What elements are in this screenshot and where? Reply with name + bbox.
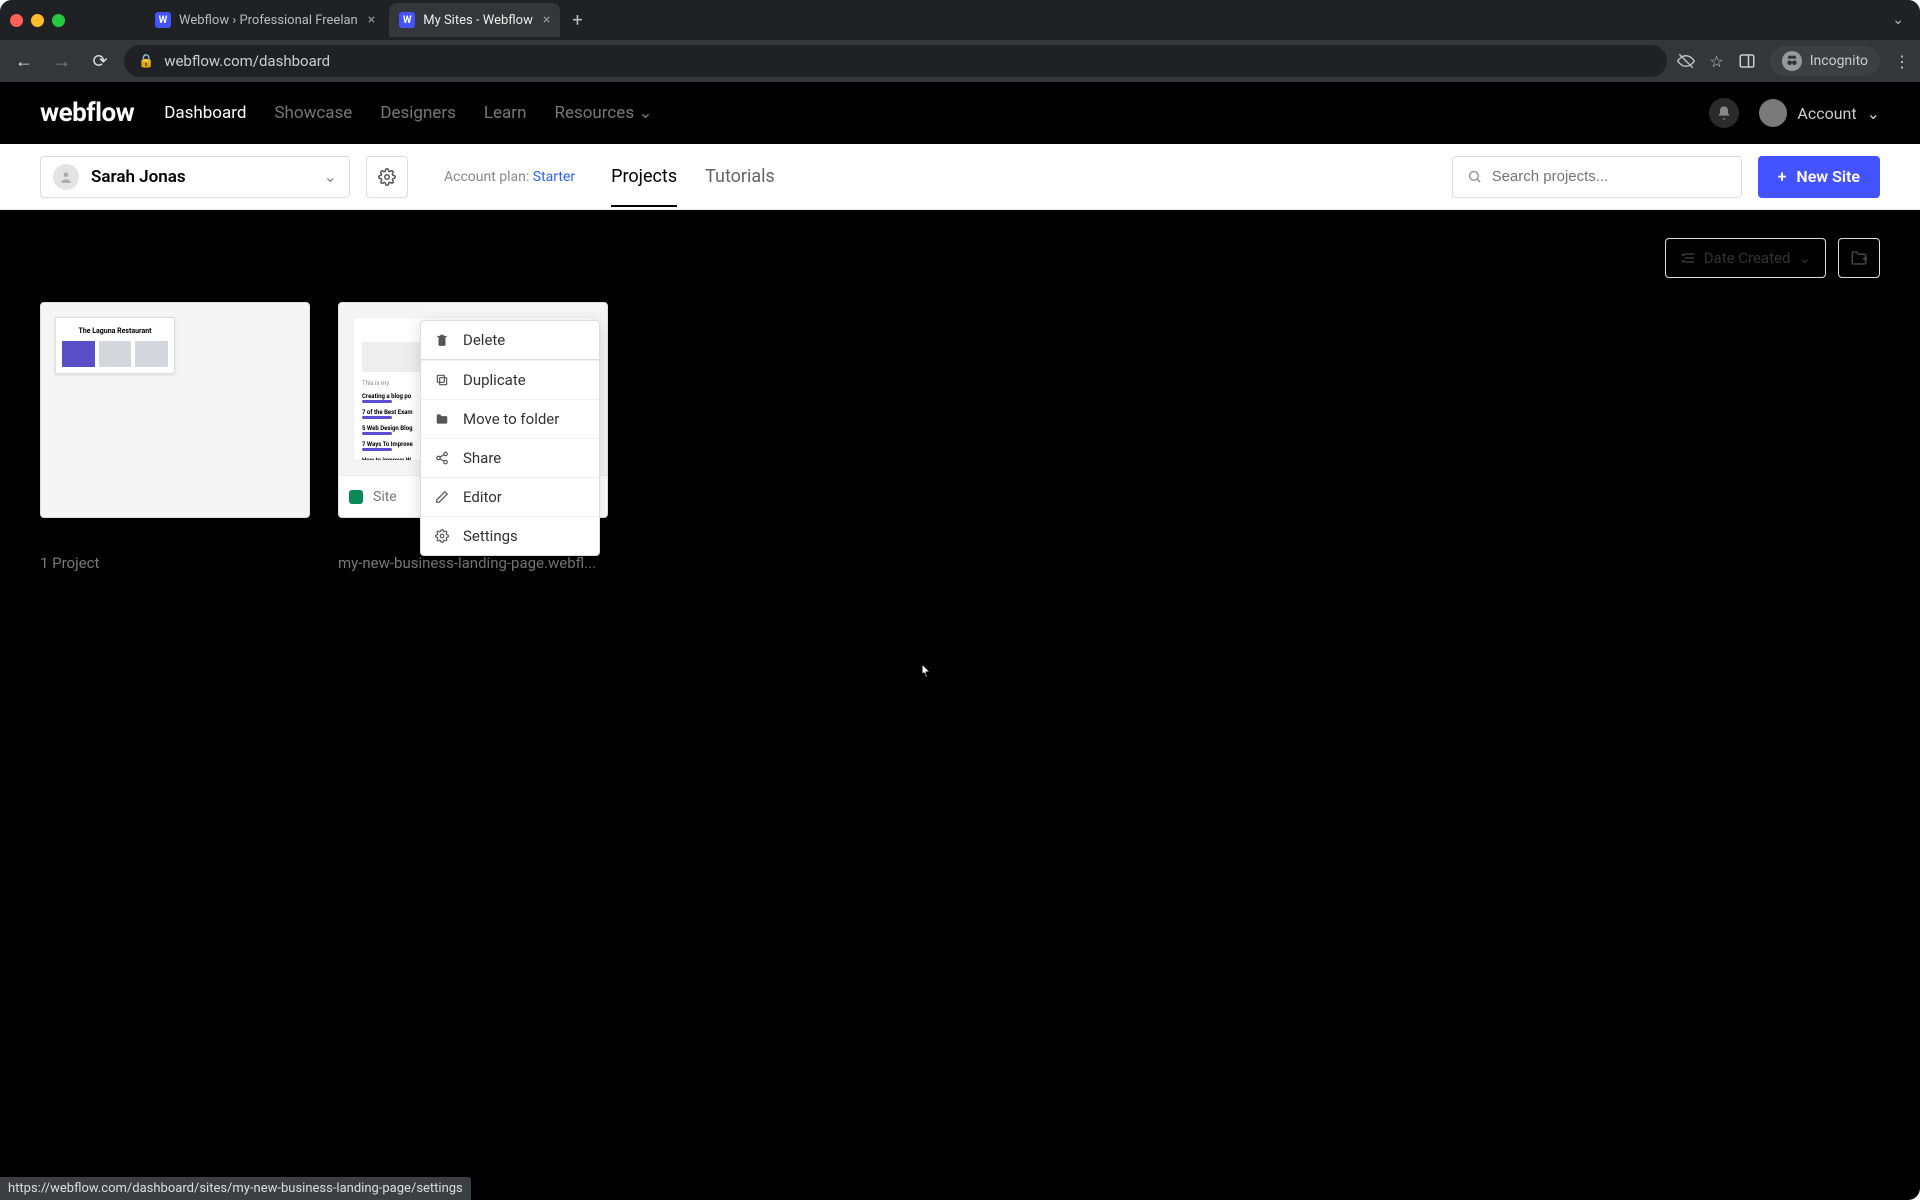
tabs-menu-icon[interactable]: ⌄ [1892,12,1904,28]
search-icon [1467,169,1482,184]
folder-preview: The Laguna Restaurant [55,317,175,374]
nav-designers[interactable]: Designers [380,103,456,123]
tab-tutorials[interactable]: Tutorials [705,146,775,207]
side-panel-icon[interactable] [1738,52,1756,70]
menu-item-move[interactable]: Move to folder [421,399,599,438]
chevron-down-icon: ⌄ [1798,249,1811,267]
tab-projects[interactable]: Projects [611,146,677,207]
avatar [53,164,79,190]
browser-reload-button[interactable]: ⟳ [86,51,114,72]
folder-icon [435,412,451,426]
site-card[interactable]: My business website This is my Creating … [338,302,608,572]
account-label: Account [1797,104,1856,123]
account-plan: Account plan: Starter [444,169,575,185]
page-title: All sites [40,246,120,271]
gear-icon [435,529,451,543]
incognito-icon [1782,51,1802,71]
workspace-picker[interactable]: Sarah Jonas ⌄ [40,156,350,198]
card-subtitle: 1 Project [40,554,310,572]
sort-label: Date Created [1704,249,1791,267]
card-title: Websites [40,530,310,550]
url-text: webflow.com/dashboard [164,52,330,70]
sort-icon [1680,250,1696,266]
pencil-icon [435,490,451,504]
window-controls[interactable] [10,14,65,27]
chevron-down-icon: ⌄ [1867,104,1880,123]
menu-item-share[interactable]: Share [421,438,599,477]
nav-showcase[interactable]: Showcase [274,103,352,123]
eye-off-icon[interactable] [1677,52,1695,70]
tab-favicon-icon: W [155,12,171,28]
lock-icon: 🔒 [138,54,154,69]
webflow-logo[interactable]: webflow [40,98,134,128]
chevron-down-icon: ⌄ [638,103,652,123]
window-fullscreen-icon[interactable] [52,14,65,27]
tab-title: My Sites - Webflow [423,13,533,28]
new-tab-button[interactable]: + [564,10,590,31]
status-bar-url: https://webflow.com/dashboard/sites/my-n… [0,1177,471,1200]
duplicate-icon [435,373,451,387]
dashboard-header: Sarah Jonas ⌄ Account plan: Starter Proj… [0,144,1920,210]
sort-dropdown[interactable]: Date Created ⌄ [1665,238,1826,278]
bookmark-star-icon[interactable]: ☆ [1709,52,1723,71]
site-type-label: Site [373,489,397,505]
workspace-name: Sarah Jonas [91,167,312,187]
browser-chrome: W Webflow › Professional Freelan × W My … [0,0,1920,82]
app-topnav: webflow Dashboard Showcase Designers Lea… [0,82,1920,144]
browser-back-button[interactable]: ← [10,51,38,72]
nav-resources[interactable]: Resources ⌄ [554,103,652,123]
browser-tab[interactable]: W My Sites - Webflow × [389,3,560,37]
search-input[interactable] [1452,156,1742,198]
folder-card[interactable]: The Laguna Restaurant Websites 1 Project [40,302,310,572]
tab-title: Webflow › Professional Freelan [179,13,358,28]
window-close-icon[interactable] [10,14,23,27]
context-menu: Delete Duplicate Move to folder [420,320,600,556]
share-icon [435,451,451,465]
avatar [1759,99,1787,127]
notifications-button[interactable] [1709,98,1739,128]
nav-dashboard[interactable]: Dashboard [164,103,246,123]
plus-icon: + [1778,167,1787,186]
url-bar[interactable]: 🔒 webflow.com/dashboard [124,45,1667,77]
menu-item-delete[interactable]: Delete [421,321,599,360]
published-status-icon [349,490,363,504]
menu-item-settings[interactable]: Settings [421,516,599,555]
chevron-down-icon: ⌄ [324,167,337,186]
trash-icon [435,333,451,347]
main-content: All sites Date Created ⌄ The Laguna Rest… [0,210,1920,600]
tab-close-icon[interactable]: × [543,12,550,28]
new-site-button[interactable]: + New Site [1758,156,1880,198]
add-folder-button[interactable] [1838,238,1880,278]
window-minimize-icon[interactable] [31,14,44,27]
browser-tab[interactable]: W Webflow › Professional Freelan × [145,3,385,37]
card-subtitle: my-new-business-landing-page.webfl... [338,554,608,572]
plan-value[interactable]: Starter [533,169,575,185]
menu-item-editor[interactable]: Editor [421,477,599,516]
search-field[interactable] [1492,168,1727,185]
account-menu[interactable]: Account ⌄ [1759,99,1880,127]
workspace-settings-button[interactable] [366,156,408,198]
menu-item-duplicate[interactable]: Duplicate [421,360,599,399]
nav-learn[interactable]: Learn [484,103,527,123]
incognito-badge[interactable]: Incognito [1770,46,1880,76]
tab-close-icon[interactable]: × [368,12,375,28]
tab-favicon-icon: W [399,12,415,28]
browser-menu-icon[interactable]: ⋮ [1894,52,1910,71]
incognito-label: Incognito [1810,53,1868,69]
browser-forward-button[interactable]: → [48,51,76,72]
